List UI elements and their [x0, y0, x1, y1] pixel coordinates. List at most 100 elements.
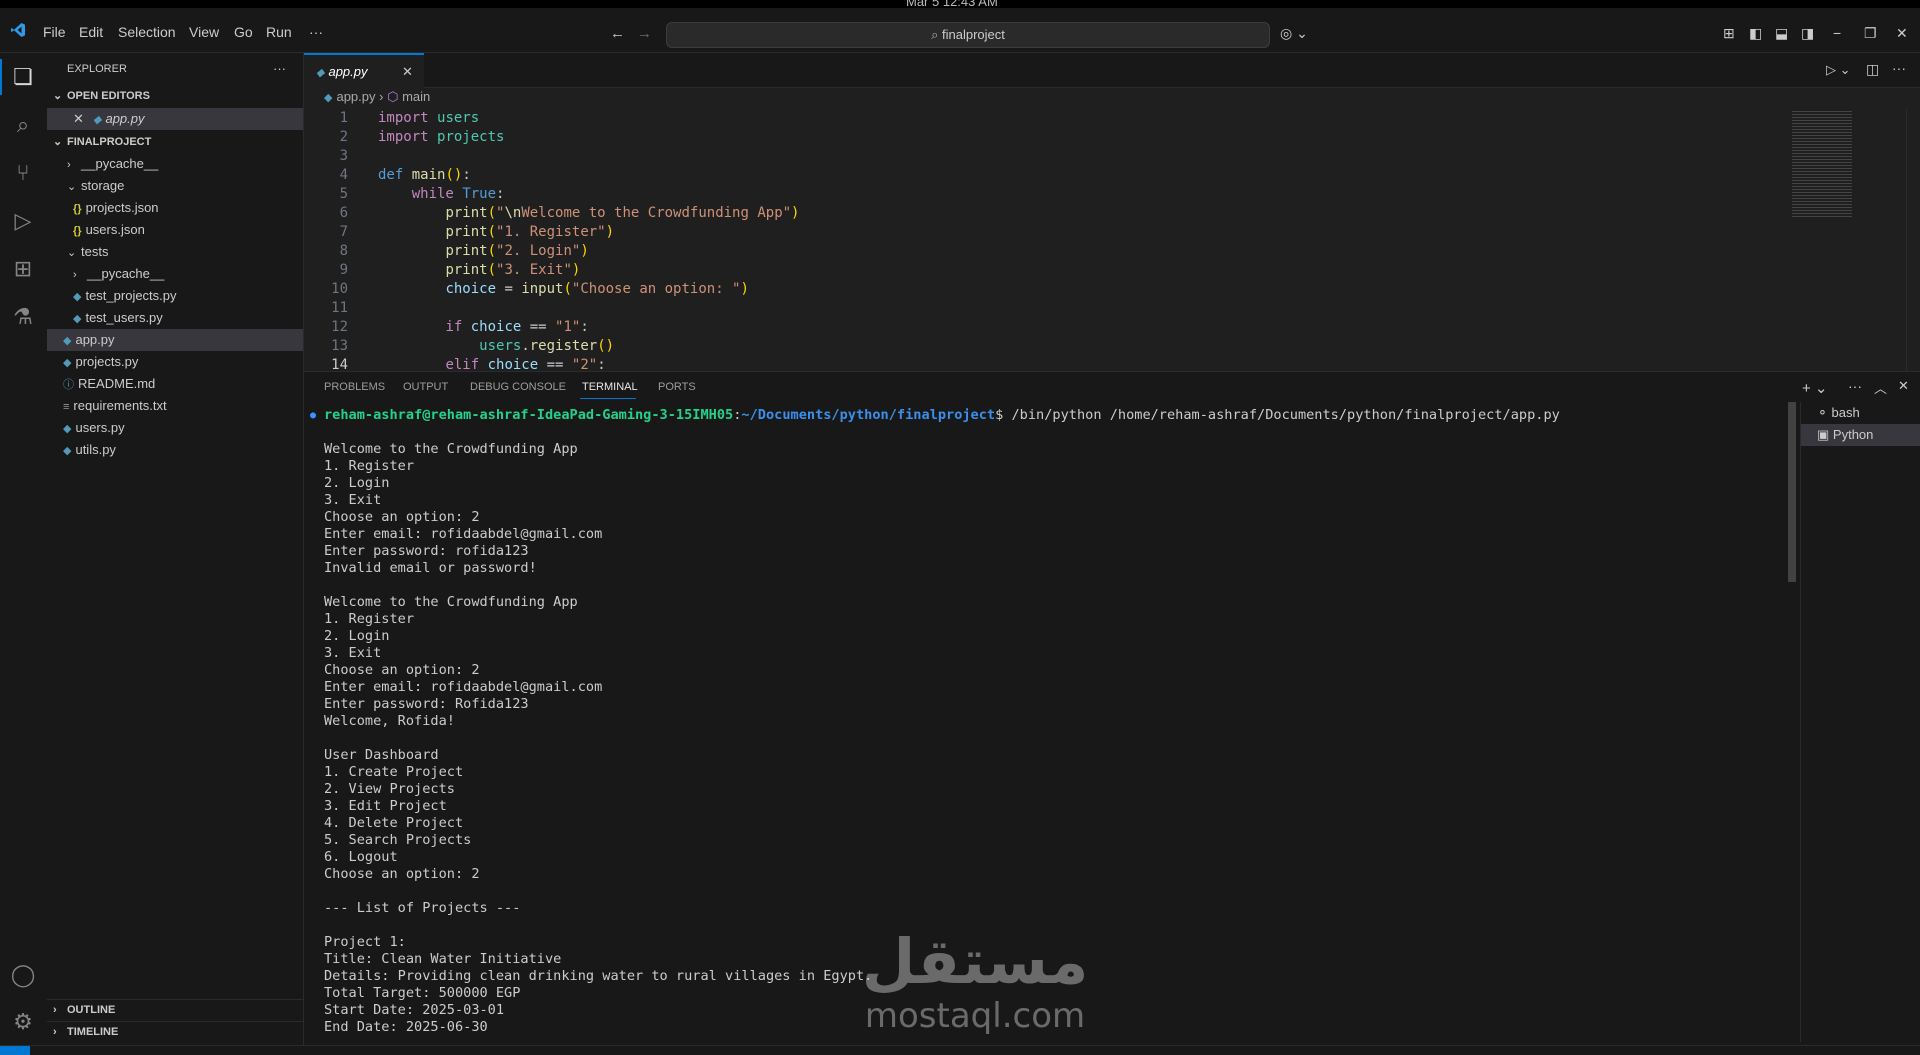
tree-file-projects-py[interactable]: ◆ projects.py — [63, 351, 138, 373]
accounts-icon[interactable]: ◯ — [9, 961, 37, 989]
close-panel-icon[interactable]: ✕ — [1898, 378, 1909, 394]
active-indicator — [0, 59, 2, 95]
terminal-line: Title: Clean Water Initiative — [324, 951, 562, 967]
tree-file-app-selected[interactable]: ◆ app.py — [47, 329, 303, 351]
code-line: print("\nWelcome to the Crowdfunding App… — [445, 205, 800, 221]
terminal-line: Enter email: rofidaabdel@gmail.com — [324, 526, 603, 542]
tree-folder-storage[interactable]: ⌄ storage — [67, 175, 124, 197]
breadcrumb-file[interactable]: app.py — [336, 89, 375, 104]
tree-file-readme[interactable]: ⓘ README.md — [63, 373, 155, 395]
tree-file-projects-json[interactable]: {} projects.json — [73, 197, 159, 219]
tab-app-py[interactable]: ◆ app.py ✕ — [304, 53, 424, 88]
terminal-item-python[interactable]: ▣ Python — [1801, 424, 1920, 446]
explorer-title: EXPLORER — [67, 63, 127, 75]
code-line: choice = input("Choose an option: ") — [445, 281, 749, 297]
terminal-line: End Date: 2025-06-30 — [324, 1019, 488, 1035]
code-line: elif choice == "2": — [445, 357, 606, 371]
tab-ports[interactable]: PORTS — [658, 381, 696, 393]
scroll-thumb[interactable] — [1788, 402, 1796, 582]
code-editor[interactable]: import users import projects def main():… — [374, 109, 1824, 371]
activity-bar: ❏ ⌕ ⑂ ▷ ⊞ ⚗ ◯ ⚙ — [0, 53, 48, 1054]
python-file-icon: ◆ — [63, 423, 72, 435]
terminal-line: 2. View Projects — [324, 781, 455, 797]
tab-output[interactable]: OUTPUT — [403, 381, 448, 393]
toggle-panel-icon[interactable]: ⬓ — [1775, 25, 1788, 42]
tree-file-test-users[interactable]: ◆ test_users.py — [73, 307, 163, 329]
run-python-icon[interactable]: ▷ ⌄ — [1826, 62, 1851, 78]
explorer-icon[interactable]: ❏ — [9, 63, 37, 91]
code-line: users.register() — [479, 338, 615, 354]
extensions-icon[interactable]: ⊞ — [9, 255, 37, 283]
editor-tab-bar: ◆ app.py ✕ ▷ ⌄ ◫ ··· — [304, 53, 1920, 88]
menu-more[interactable]: ··· — [309, 24, 323, 40]
new-terminal-icon[interactable]: + ⌄ — [1802, 379, 1828, 397]
minimap[interactable] — [1792, 109, 1852, 219]
text-file-icon: ≡ — [63, 401, 70, 413]
terminal-line: 1. Create Project — [324, 764, 464, 780]
editor-more-icon[interactable]: ··· — [1892, 60, 1906, 76]
chevron-down-icon: ⌄ — [53, 90, 63, 102]
line-number: 6 — [339, 205, 348, 221]
explorer-sidebar: EXPLORER ··· ⌄ OPEN EDITORS ✕ ◆ app.py ⌄ FI… — [47, 53, 304, 1045]
run-debug-icon[interactable]: ▷ — [9, 207, 37, 235]
settings-gear-icon[interactable]: ⚙ — [9, 1008, 37, 1036]
tab-debug-console[interactable]: DEBUG CONSOLE — [470, 381, 566, 393]
tree-file-test-projects[interactable]: ◆ test_projects.py — [73, 285, 177, 307]
minimize-icon[interactable]: − — [1833, 25, 1841, 41]
menu-go[interactable]: Go — [234, 24, 253, 40]
project-header[interactable]: ⌄ FINALPROJECT — [53, 131, 151, 153]
menu-file[interactable]: File — [43, 24, 66, 40]
customize-layout-icon[interactable]: ⊞ — [1723, 25, 1735, 42]
close-window-icon[interactable]: ✕ — [1896, 25, 1908, 42]
explorer-more-icon[interactable]: ··· — [273, 58, 286, 80]
open-editors-header[interactable]: ⌄ OPEN EDITORS — [53, 85, 150, 107]
menu-edit[interactable]: Edit — [79, 24, 103, 40]
tree-folder-tests-pycache[interactable]: › __pycache__ — [73, 263, 164, 285]
maximize-panel-icon[interactable]: ︿ — [1874, 378, 1887, 397]
editor-scrollbar[interactable] — [1906, 109, 1919, 371]
timeline-header[interactable]: › TIMELINE — [53, 1021, 118, 1043]
menu-view[interactable]: View — [189, 24, 219, 40]
terminal-line: Choose an option: 2 — [324, 509, 480, 525]
terminal-line: Project 1: — [324, 934, 406, 950]
terminal-line: 4. Delete Project — [324, 815, 464, 831]
tree-folder-pycache[interactable]: › __pycache__ — [67, 153, 158, 175]
terminal-scrollbar[interactable] — [1786, 402, 1796, 1042]
panel-more-icon[interactable]: ··· — [1848, 378, 1862, 394]
forward-arrow-icon[interactable]: → — [637, 25, 652, 42]
outline-header[interactable]: › OUTLINE — [53, 999, 115, 1021]
command-center-search[interactable]: ⌕ finalproject — [666, 22, 1270, 48]
open-editor-item[interactable]: ✕ ◆ app.py — [47, 108, 303, 130]
menu-selection[interactable]: Selection — [118, 24, 176, 40]
tab-terminal[interactable]: TERMINAL — [582, 381, 638, 393]
chevron-down-icon: ⌄ — [67, 247, 77, 259]
json-file-icon: {} — [73, 203, 82, 215]
back-arrow-icon[interactable]: ← — [610, 25, 625, 42]
tree-file-users-py[interactable]: ◆ users.py — [63, 417, 125, 439]
menu-run[interactable]: Run — [266, 24, 292, 40]
terminal-prompt-line: reham-ashraf@reham-ashraf-IdeaPad-Gaming… — [324, 407, 1560, 423]
toggle-secondary-sidebar-icon[interactable]: ◨ — [1801, 25, 1814, 42]
code-line: import projects — [378, 129, 505, 145]
toggle-sidebar-icon[interactable]: ◧ — [1749, 25, 1762, 42]
split-editor-icon[interactable]: ◫ — [1866, 61, 1879, 78]
terminal-item-bash[interactable]: ⚬ bash — [1817, 402, 1860, 424]
breadcrumb-symbol[interactable]: main — [402, 89, 430, 104]
tree-folder-tests[interactable]: ⌄ tests — [67, 241, 108, 263]
maximize-icon[interactable]: ❐ — [1864, 25, 1877, 42]
tree-file-utils[interactable]: ◆ utils.py — [63, 439, 116, 461]
line-number: 13 — [331, 338, 348, 354]
testing-icon[interactable]: ⚗ — [9, 303, 37, 331]
tree-file-users-json[interactable]: {} users.json — [73, 219, 145, 241]
terminal-line: Choose an option: 2 — [324, 866, 480, 882]
line-number: 9 — [339, 262, 348, 278]
search-icon[interactable]: ⌕ — [9, 111, 37, 139]
close-icon[interactable]: ✕ — [73, 108, 84, 130]
tree-file-requirements[interactable]: ≡ requirements.txt — [63, 395, 167, 417]
editor-area: ◆ app.py ✕ ▷ ⌄ ◫ ··· ◆ app.py › ⬡ main 1 2… — [304, 53, 1920, 373]
copilot-icon[interactable]: ◎ ⌄ — [1280, 25, 1308, 42]
source-control-icon[interactable]: ⑂ — [9, 159, 37, 187]
close-tab-icon[interactable]: ✕ — [402, 64, 413, 80]
bash-icon: ⚬ — [1817, 405, 1828, 420]
tab-problems[interactable]: PROBLEMS — [324, 381, 385, 393]
